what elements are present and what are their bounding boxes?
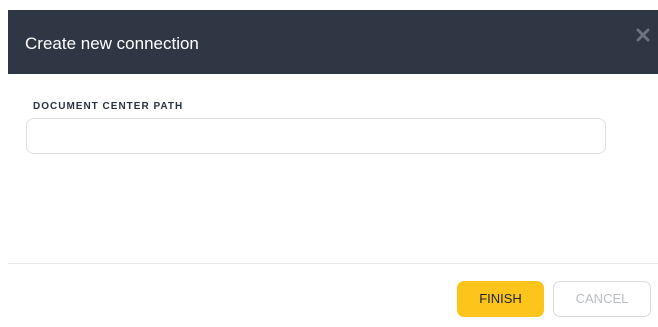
footer-divider [8, 263, 658, 264]
cancel-button[interactable]: CANCEL [553, 281, 651, 317]
document-center-path-input[interactable] [26, 118, 606, 154]
dialog-body: DOCUMENT CENTER PATH [8, 74, 658, 264]
create-connection-dialog: Create new connection DOCUMENT CENTER PA… [0, 0, 658, 327]
dialog-header: Create new connection [8, 10, 658, 74]
close-icon[interactable] [636, 28, 650, 42]
dialog-title: Create new connection [25, 34, 199, 53]
close-icon-glyph [636, 28, 650, 42]
document-center-path-label: DOCUMENT CENTER PATH [33, 101, 184, 112]
finish-button[interactable]: FINISH [457, 281, 544, 317]
